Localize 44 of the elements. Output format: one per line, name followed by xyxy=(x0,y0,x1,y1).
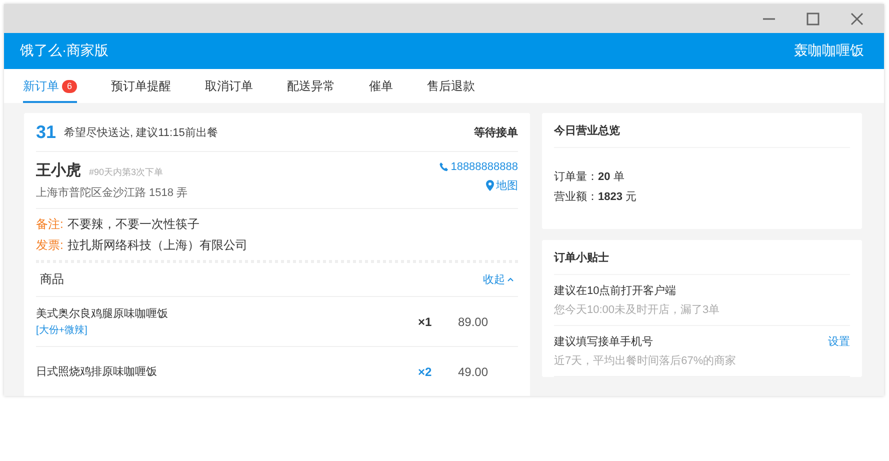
item-name: 日式照烧鸡排原味咖喱饭 xyxy=(36,365,158,379)
remark-text: 不要辣，不要一次性筷子 xyxy=(67,216,200,233)
shop-name[interactable]: 轰咖咖喱饭 xyxy=(794,42,864,60)
tab[interactable]: 取消订单 xyxy=(205,69,254,103)
location-pin-icon xyxy=(486,180,494,191)
item-name: 美式奥尔良鸡腿原味咖喱饭 xyxy=(36,306,169,321)
tip-title: 建议在10点前打开客户端 xyxy=(554,284,676,298)
tab[interactable]: 预订单提醒 xyxy=(111,69,172,103)
item-price: 89.00 xyxy=(458,314,490,328)
item-quantity: ×1 xyxy=(418,314,433,328)
tip-title: 建议填写接单手机号 xyxy=(554,334,653,349)
remark-text: 拉扎斯网络科技（上海）有限公司 xyxy=(67,237,248,254)
delivery-note: 希望尽快送达, 建议11:15前出餐 xyxy=(64,126,219,140)
customer-name: 王小虎 xyxy=(36,161,81,180)
item-quantity: ×2 xyxy=(418,364,433,378)
customer-address: 上海市普陀区金沙江路 1518 弄 xyxy=(36,186,188,200)
remark-label: 备注: xyxy=(36,216,64,233)
item-price: 49.00 xyxy=(458,364,490,378)
order-status: 等待接单 xyxy=(474,126,518,140)
app-title: 饿了么·商家版 xyxy=(20,42,109,60)
count-badge: 6 xyxy=(62,80,78,92)
summary-line: 营业额：1823 元 xyxy=(554,190,638,204)
order-number: 31 xyxy=(36,122,58,142)
close-icon[interactable] xyxy=(850,12,864,26)
tab[interactable]: 催单 xyxy=(369,69,394,103)
collapse-link[interactable]: 收起 xyxy=(483,272,514,287)
phone-icon xyxy=(438,162,449,172)
items-heading: 商品 xyxy=(40,271,64,288)
item-spec: [大份+微辣] xyxy=(36,324,88,337)
phone-link[interactable]: 18888888888 xyxy=(438,161,518,173)
summary-line: 订单量：20 单 xyxy=(554,170,626,184)
maximize-icon[interactable] xyxy=(806,12,820,26)
card-title: 订单小贴士 xyxy=(554,240,850,275)
map-link[interactable]: 地图 xyxy=(486,178,518,193)
tip-detail: 您今天10:00未及时开店，漏了3单 xyxy=(554,302,721,317)
settings-link[interactable]: 设置 xyxy=(828,334,850,349)
tip-detail: 近7天，平均出餐时间落后67%的商家 xyxy=(554,354,738,368)
tab[interactable]: 配送异常 xyxy=(287,69,336,103)
order-history: #90天内第3次下单 xyxy=(89,166,164,179)
remark-label: 发票: xyxy=(36,237,64,254)
tab[interactable]: 售后退款 xyxy=(427,69,476,103)
card-title: 今日营业总览 xyxy=(554,113,850,148)
caret-up-icon xyxy=(507,277,514,282)
tab[interactable]: 新订单 6 xyxy=(23,69,78,103)
